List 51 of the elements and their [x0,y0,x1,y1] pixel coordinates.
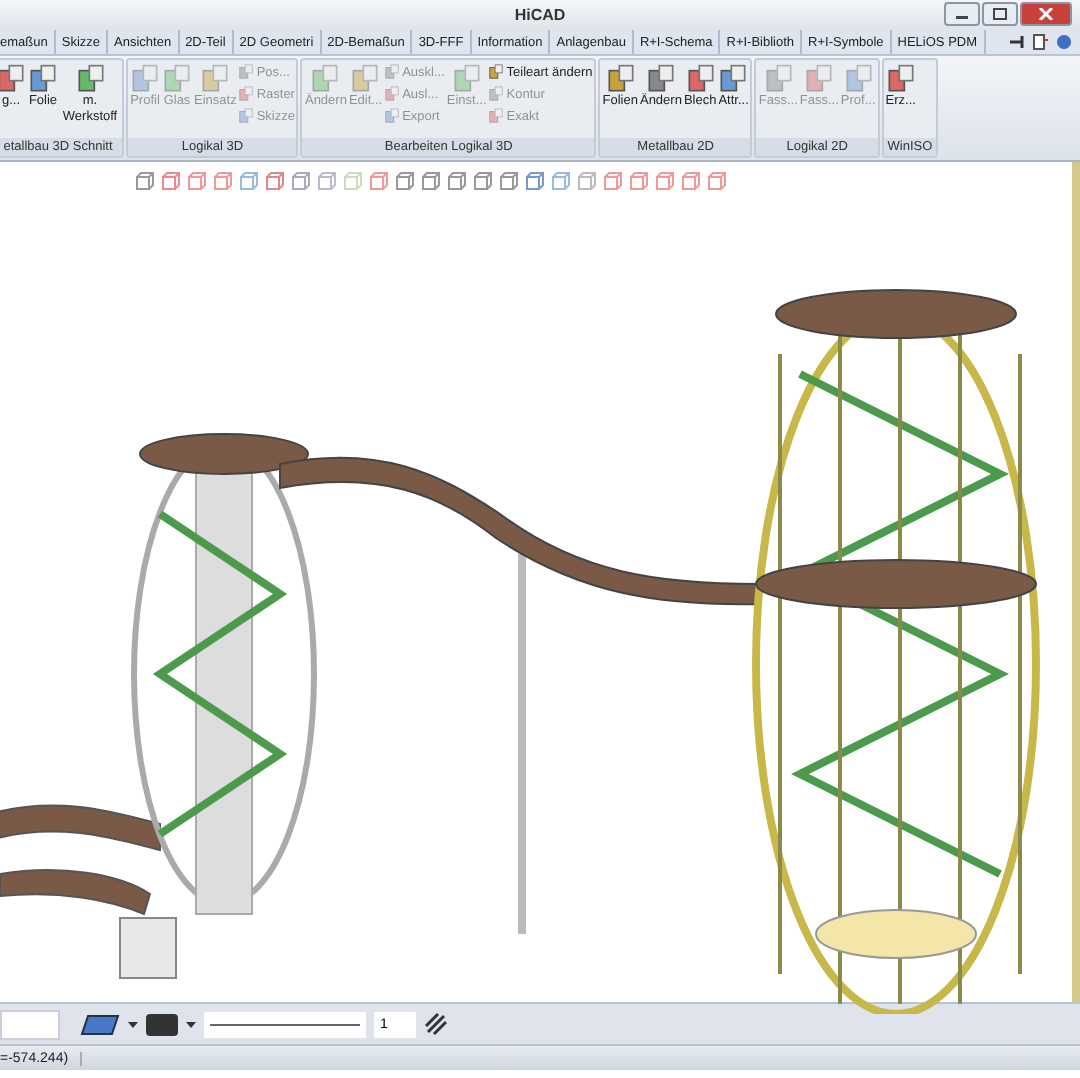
part-icon [200,64,231,94]
minimize-button[interactable] [944,2,980,26]
surface-icon[interactable] [80,1012,120,1036]
cube-icon[interactable] [136,172,154,190]
maximize-icon [992,8,1008,20]
part-icon [162,64,192,94]
cube-icon[interactable] [682,172,700,190]
window-title: HiCAD [514,6,566,24]
caret-icon[interactable] [186,1021,196,1027]
close-icon [1038,8,1054,20]
cube-icon[interactable] [318,172,336,190]
hatch-icon[interactable] [424,1012,448,1036]
cube-icon[interactable] [526,172,544,190]
cube-icon[interactable] [292,172,310,190]
part-icon [605,64,636,94]
cube-icon[interactable] [422,172,440,190]
part-icon [804,64,835,94]
close-button[interactable] [1020,2,1072,26]
caret-icon[interactable] [128,1021,138,1027]
part-icon [685,64,716,94]
cube-icon[interactable] [708,172,726,190]
pin-icon[interactable] [1010,34,1026,50]
cube-icon[interactable] [188,172,206,190]
cube-icon[interactable] [370,172,388,190]
part-icon [763,64,794,94]
line-style-dropdown[interactable] [204,1011,366,1037]
cube-icon[interactable] [500,172,518,190]
cube-icon[interactable] [266,172,284,190]
cube-icon[interactable] [656,172,674,190]
part-icon [645,64,676,94]
cube-icon[interactable] [578,172,596,190]
part-icon [451,64,482,94]
part-icon [350,64,381,94]
input-field[interactable] [0,1009,60,1039]
part-icon [28,64,58,94]
part-icon [310,64,341,94]
cube-icon[interactable] [474,172,492,190]
cube-icon[interactable] [396,172,414,190]
part-icon [130,64,160,94]
part-icon [75,64,105,94]
part-icon [843,64,874,94]
color-swatch[interactable] [146,1013,178,1035]
cube-icon[interactable] [448,172,466,190]
cube-icon[interactable] [552,172,570,190]
cube-icon[interactable] [604,172,622,190]
document-icon[interactable] [1032,34,1050,50]
cube-icon[interactable] [630,172,648,190]
maximize-button[interactable] [982,2,1018,26]
cube-icon[interactable] [240,172,258,190]
cube-icon[interactable] [162,172,180,190]
cube-icon[interactable] [214,172,232,190]
